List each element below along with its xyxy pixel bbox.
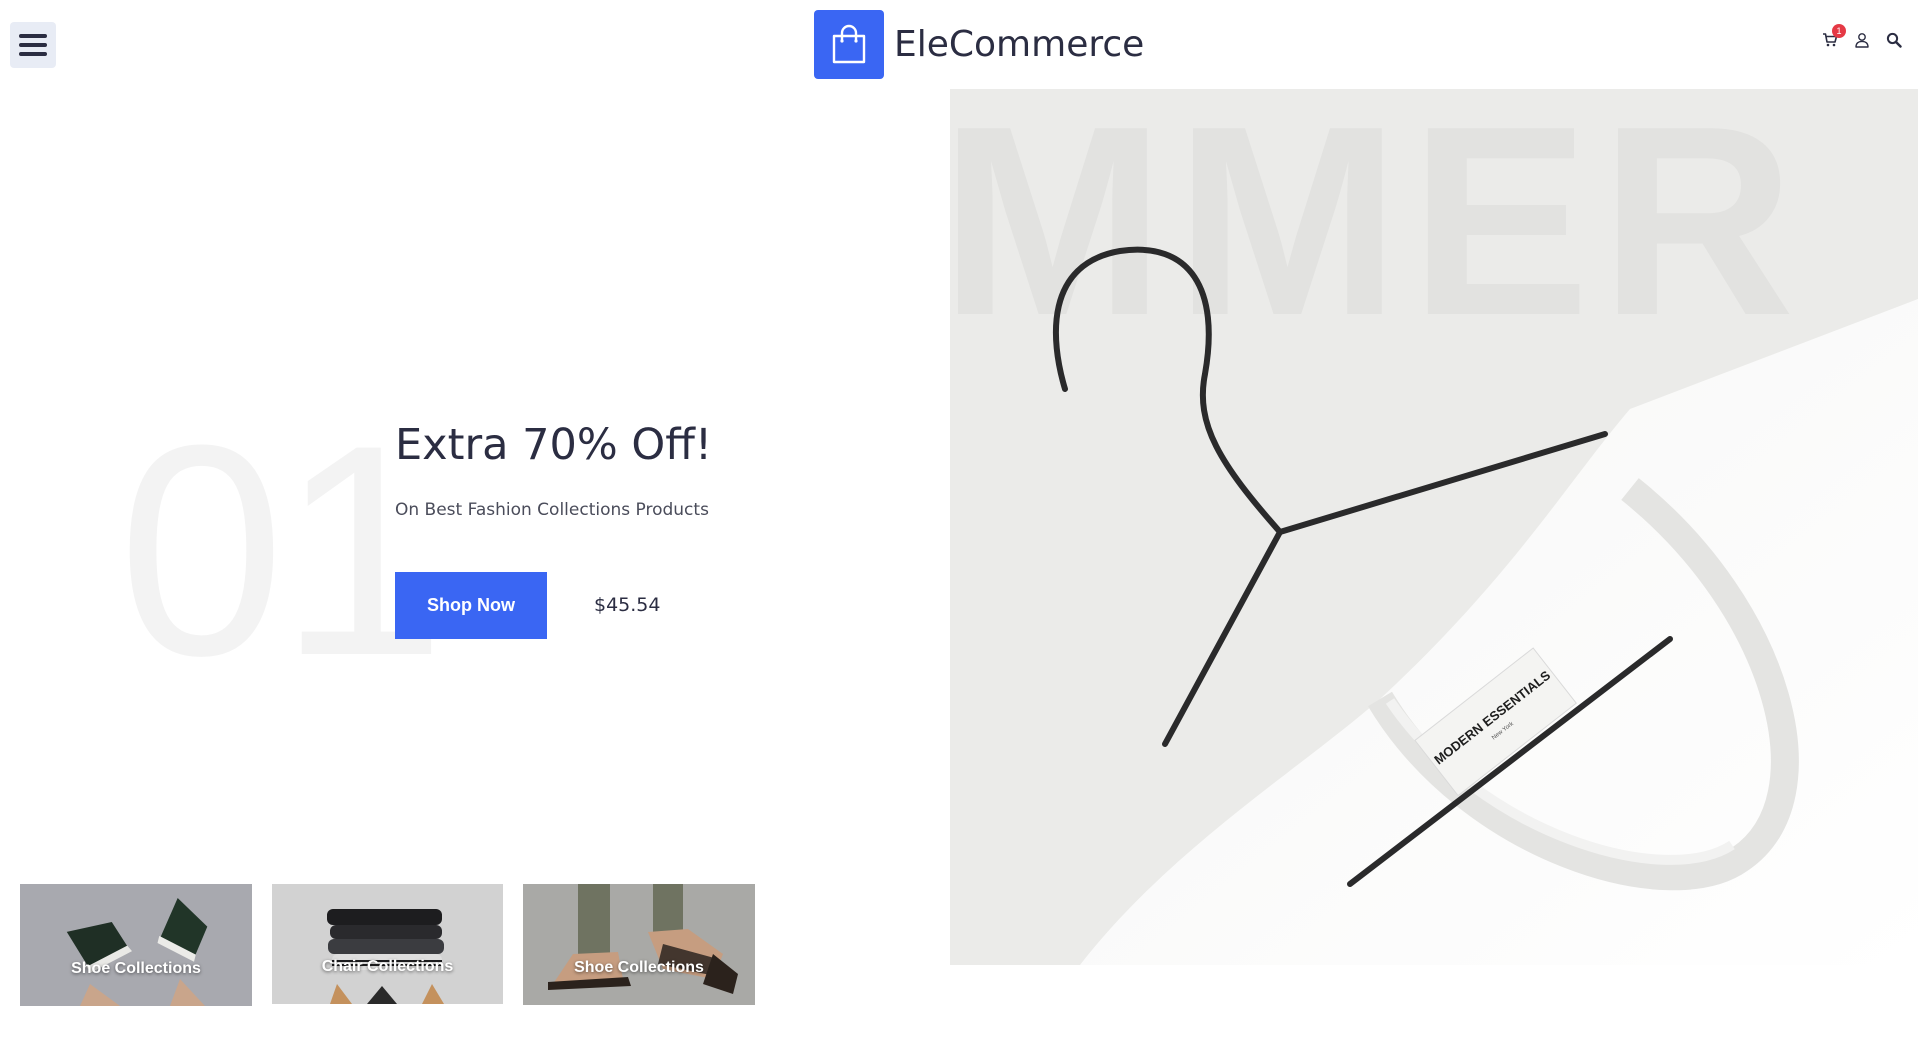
collection-label: Shoe Collections (71, 960, 201, 977)
cart-count-badge: 1 (1832, 24, 1846, 38)
menu-icon-bar (19, 52, 47, 56)
cart-icon[interactable]: 1 (1822, 24, 1846, 48)
menu-icon-bar (19, 43, 47, 47)
collection-card-shoes[interactable]: Shoe Collections (20, 884, 252, 1006)
header-actions: 1 (1822, 24, 1902, 48)
shop-now-button[interactable]: Shop Now (395, 572, 547, 639)
collection-card-sandals[interactable]: Shoe Collections (523, 884, 755, 1005)
sneakers-image (20, 884, 252, 1006)
hero-subtitle: On Best Fashion Collections Products (395, 500, 709, 520)
brand-logo[interactable]: EleCommerce (814, 10, 1144, 79)
hero-image: MMER MODERN ESSENTIALS New York (950, 89, 1918, 965)
menu-button[interactable] (10, 22, 56, 68)
hero-price: $45.54 (594, 594, 661, 616)
background-word: MMER (950, 89, 1805, 372)
sandals-image (523, 884, 755, 1005)
collection-label: Shoe Collections (574, 959, 704, 976)
brand-name: EleCommerce (894, 24, 1145, 65)
menu-icon-bar (19, 34, 47, 38)
slide-number: 01 (118, 382, 446, 718)
collection-card-chairs[interactable]: Chair Collections (272, 884, 503, 1004)
shopping-bag-icon (814, 10, 884, 79)
user-icon[interactable] (1854, 32, 1870, 48)
folded-clothes-image (272, 884, 503, 1004)
collection-label: Chair Collections (321, 958, 454, 975)
hero-title: Extra 70% Off! (395, 420, 713, 470)
search-icon[interactable] (1886, 32, 1902, 48)
